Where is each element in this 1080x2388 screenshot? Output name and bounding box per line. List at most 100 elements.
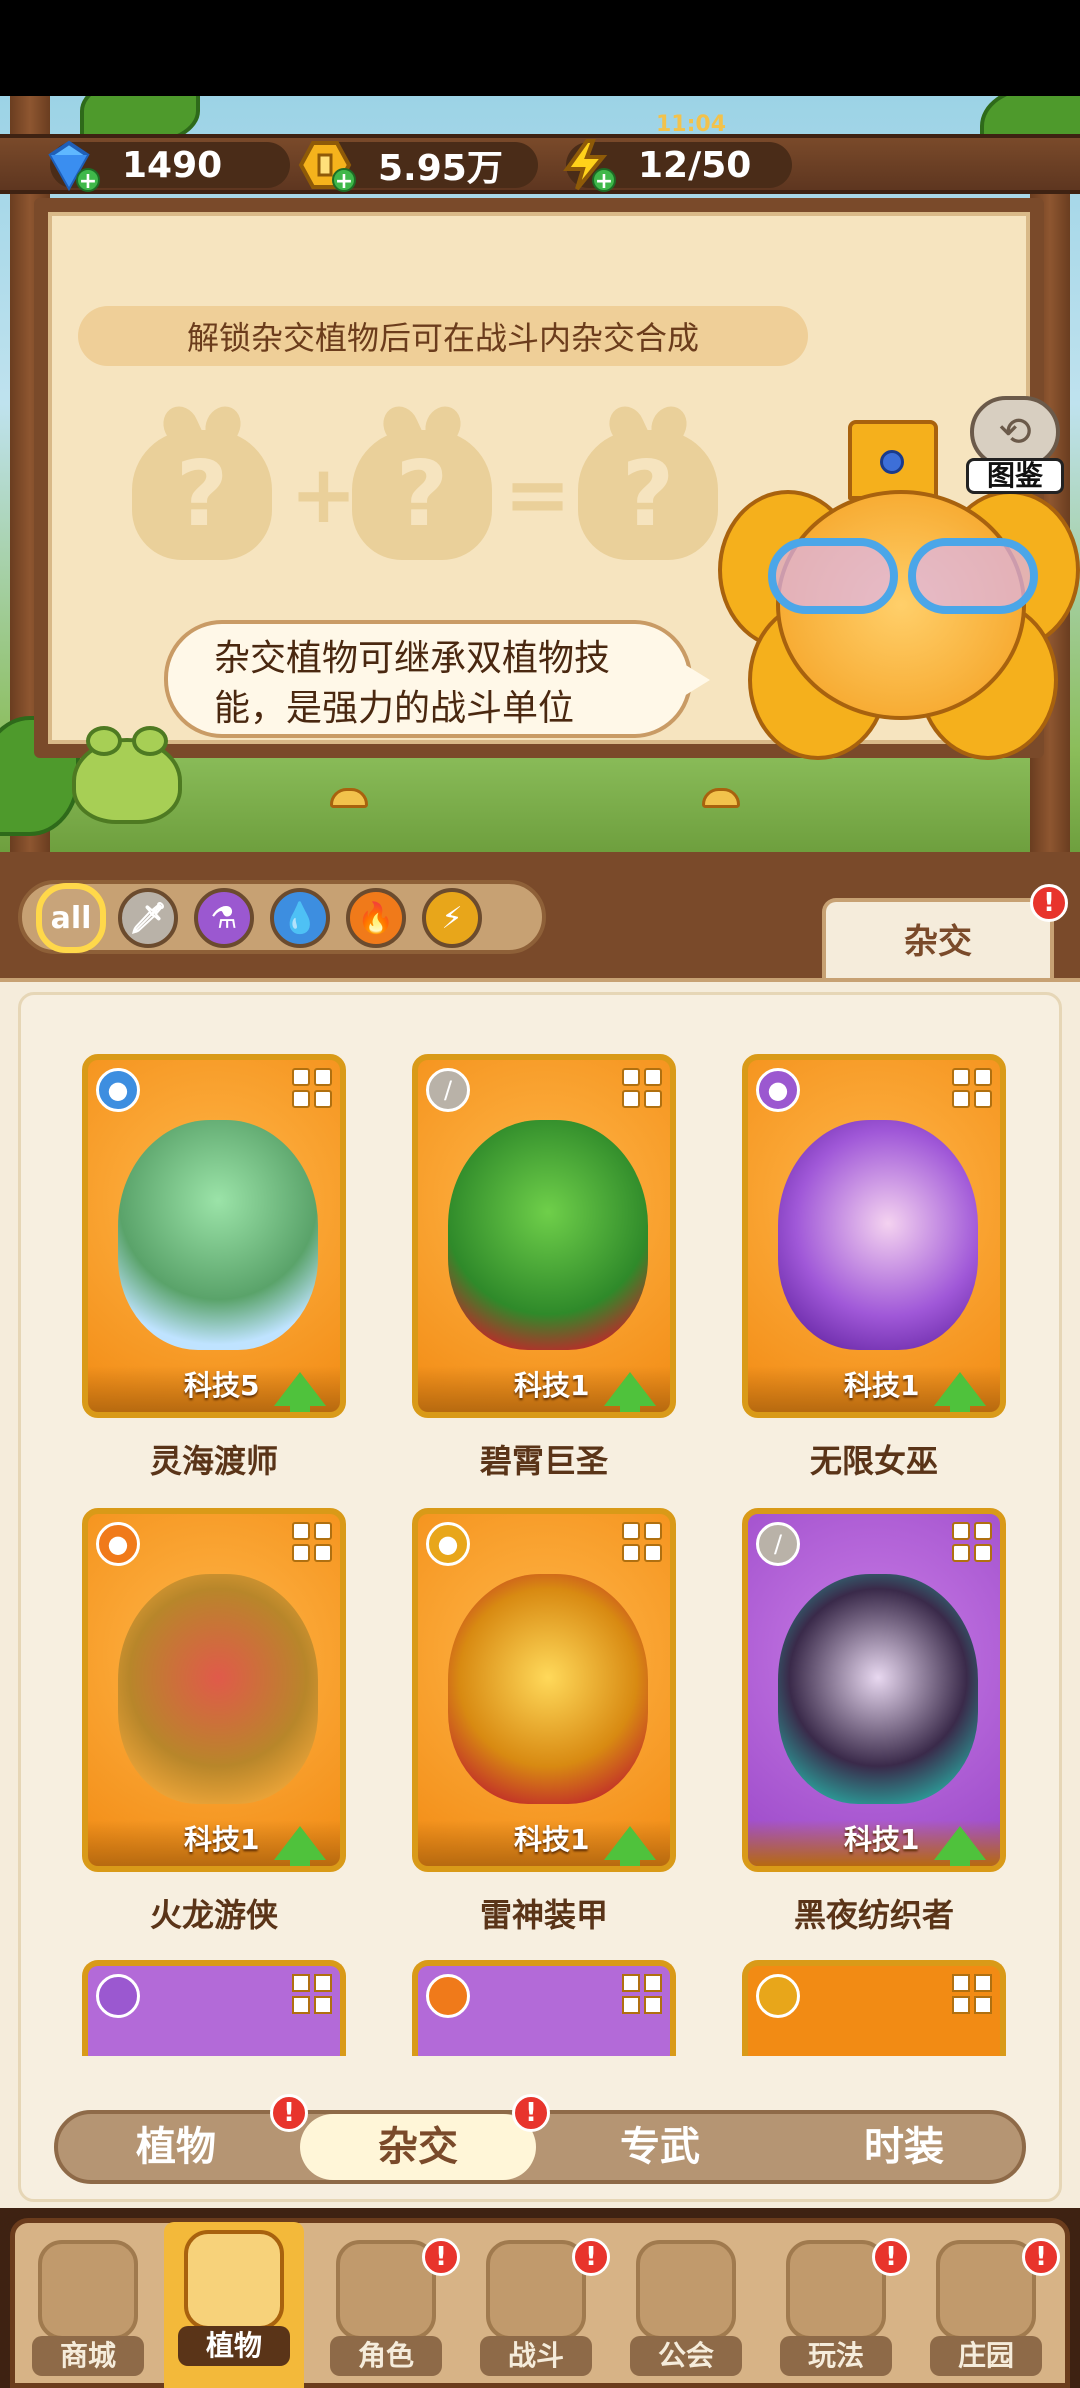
nav-label: 庄园 [930, 2336, 1042, 2376]
nav-label: 公会 [630, 2336, 742, 2376]
nav-label: 玩法 [780, 2336, 892, 2376]
subtab-exclusive-weapon[interactable]: 专武 [542, 2114, 778, 2180]
plant-card[interactable] [82, 1960, 346, 2056]
fire-icon [426, 1974, 470, 2018]
plant-card[interactable]: ● 科技1 [742, 1054, 1006, 1418]
alert-badge: ! [270, 2094, 308, 2132]
lightning-icon: + [554, 134, 616, 196]
plant-name: 火龙游侠 [149, 1896, 278, 1934]
sword-icon: / [756, 1522, 800, 1566]
plant-card[interactable]: / 科技1 [742, 1508, 1006, 1872]
upgrade-arrow-icon[interactable] [604, 1826, 656, 1866]
potion-icon: ● [756, 1068, 800, 1112]
plant-name: 雷神装甲 [479, 1896, 608, 1934]
alert-badge: ! [872, 2238, 910, 2276]
plant-name: 黑夜纺织者 [793, 1896, 954, 1934]
atlas-button[interactable]: ⟲ 图鉴 [966, 396, 1064, 500]
grid-icon [292, 1068, 332, 1108]
plant-card[interactable]: ● 科技1 [82, 1508, 346, 1872]
diamond-icon: + [38, 134, 100, 196]
tab-hybrid-top[interactable]: 杂交 [822, 898, 1054, 988]
coin-counter[interactable]: + 5.95万 [298, 141, 538, 194]
unknown-hybrid-slot: ? [578, 430, 718, 560]
manor-icon [936, 2240, 1036, 2340]
water-drop-icon: ● [96, 1068, 140, 1112]
add-energy-icon[interactable]: + [592, 168, 616, 194]
sunglasses-icon [758, 538, 1048, 618]
alert-badge: ! [1022, 2238, 1060, 2276]
shop-icon [38, 2240, 138, 2340]
grid-icon [952, 1974, 992, 2014]
tech-level: 科技1 [184, 1823, 260, 1856]
upgrade-arrow-icon[interactable] [934, 1372, 986, 1412]
plant-portrait [448, 1574, 648, 1804]
plant-card[interactable] [412, 1960, 676, 2056]
nav-plants[interactable]: 植物 [164, 2222, 304, 2388]
tech-level: 科技5 [184, 1369, 260, 1402]
alert-badge: ! [512, 2094, 550, 2132]
energy-value: 12/50 [638, 144, 752, 186]
upgrade-arrow-icon[interactable] [934, 1826, 986, 1866]
plant-portrait [118, 1120, 318, 1350]
filter-fire-button[interactable]: 🔥 [346, 888, 406, 948]
tech-level: 科技1 [844, 1369, 920, 1402]
tech-level: 科技1 [514, 1369, 590, 1402]
lightning-icon: ● [426, 1522, 470, 1566]
plant-card[interactable]: ● 科技1 [412, 1508, 676, 1872]
sword-icon: 🗡 [128, 900, 168, 936]
plus-operator: + [290, 448, 358, 541]
unknown-plant-slot-2: ? [352, 430, 492, 560]
grid-icon [622, 1974, 662, 2014]
plant-name: 碧霄巨圣 [479, 1442, 608, 1480]
filter-sword-button[interactable]: 🗡 [118, 888, 178, 948]
plant-card[interactable]: ● 科技5 [82, 1054, 346, 1418]
unknown-plant-slot-1: ? [132, 430, 272, 560]
nav-label: 战斗 [480, 2336, 592, 2376]
fire-icon: 🔥 [357, 900, 395, 936]
add-gems-icon[interactable]: + [76, 168, 100, 194]
alert-badge: ! [572, 2238, 610, 2276]
nav-shop[interactable]: 商城 [18, 2232, 158, 2382]
gem-counter[interactable]: + 1490 [48, 140, 290, 194]
nav-label: 商城 [32, 2336, 144, 2376]
mascot-speech-bubble: 杂交植物可继承双植物技能，是强力的战斗单位 [164, 620, 710, 738]
subtab-plants[interactable]: 植物 [58, 2114, 294, 2180]
filter-water-button[interactable]: 💧 [270, 888, 330, 948]
status-bar [0, 0, 1080, 96]
fire-icon: ● [96, 1522, 140, 1566]
character-icon [336, 2240, 436, 2340]
nav-label: 角色 [330, 2336, 442, 2376]
plant-name: 无限女巫 [809, 1442, 938, 1480]
subtab-costume[interactable]: 时装 [786, 2114, 1022, 2180]
nav-guild[interactable]: 公会 [616, 2232, 756, 2382]
nav-label: 植物 [178, 2326, 290, 2366]
plant-card[interactable]: / 科技1 [412, 1054, 676, 1418]
frog-mascot [72, 726, 182, 824]
gold-coin-icon: + [294, 134, 356, 196]
energy-timer: 11:04 [656, 112, 727, 137]
upgrade-arrow-icon[interactable] [604, 1372, 656, 1412]
tech-level: 科技1 [514, 1823, 590, 1856]
plant-card[interactable] [742, 1960, 1006, 2056]
filter-all-button[interactable]: all [36, 883, 106, 953]
alert-badge: ! [1030, 884, 1068, 922]
lightning-icon [756, 1974, 800, 2018]
filter-potion-button[interactable]: ⚗ [194, 888, 254, 948]
water-drop-icon: 💧 [281, 900, 319, 936]
subtab-hybrid[interactable]: 杂交 [300, 2114, 536, 2180]
unlock-hint: 解锁杂交植物后可在战斗内杂交合成 [78, 306, 808, 366]
filter-lightning-button[interactable]: ⚡ [422, 888, 482, 948]
grid-icon [952, 1068, 992, 1108]
lightning-icon: ⚡ [441, 900, 463, 936]
plants-icon [184, 2230, 284, 2330]
grid-icon [292, 1522, 332, 1562]
all-icon: all [50, 900, 92, 936]
add-coins-icon[interactable]: + [332, 168, 356, 194]
grid-icon [952, 1522, 992, 1562]
upgrade-arrow-icon[interactable] [274, 1826, 326, 1866]
gameplay-icon [786, 2240, 886, 2340]
energy-counter[interactable]: + 12/50 [563, 139, 792, 194]
upgrade-arrow-icon[interactable] [274, 1372, 326, 1412]
grid-icon [292, 1974, 332, 2014]
plant-portrait [778, 1120, 978, 1350]
